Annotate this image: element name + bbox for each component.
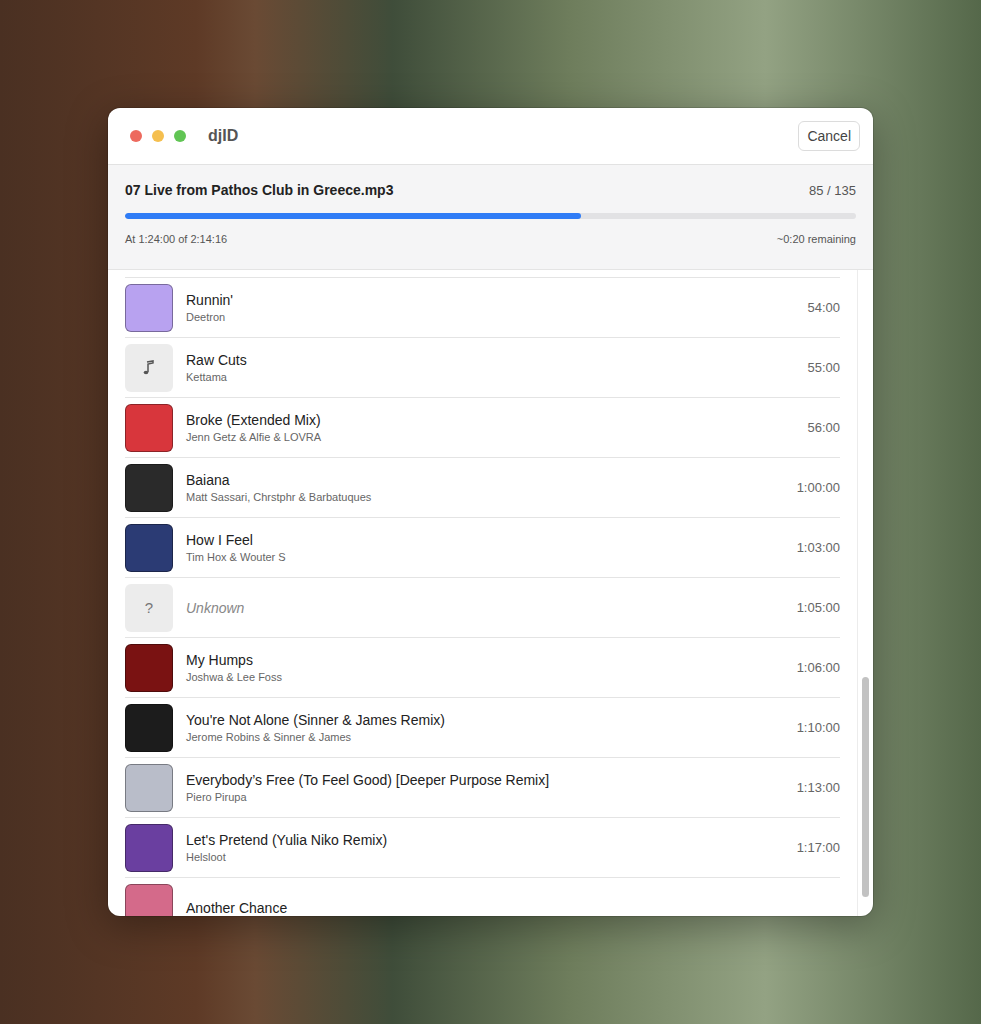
- track-row[interactable]: Broke (Extended Mix) Jenn Getz & Alfie &…: [125, 397, 840, 457]
- app-window: djID Cancel 07 Live from Pathos Club in …: [108, 108, 873, 916]
- artwork-placeholder: [125, 344, 173, 392]
- track-info: My Humps Joshwa & Lee Foss: [186, 652, 784, 683]
- track-row[interactable]: Let's Pretend (Yulia Niko Remix) Helsloo…: [125, 817, 840, 877]
- track-row[interactable]: Another Chance: [125, 877, 840, 916]
- question-mark-icon: ?: [145, 599, 153, 616]
- track-info: Let's Pretend (Yulia Niko Remix) Helsloo…: [186, 832, 784, 863]
- track-info: Runnin' Deetron: [186, 292, 794, 323]
- track-time: 1:06:00: [797, 660, 840, 675]
- track-row[interactable]: Baiana Matt Sassari, Chrstphr & Barbatuq…: [125, 457, 840, 517]
- close-button[interactable]: [130, 130, 142, 142]
- track-info: Raw Cuts Kettama: [186, 352, 794, 383]
- track-title: My Humps: [186, 652, 784, 668]
- track-title: Another Chance: [186, 900, 840, 916]
- artwork: [125, 524, 173, 572]
- track-row[interactable]: Raw Cuts Kettama 55:00: [125, 337, 840, 397]
- track-time: 1:13:00: [797, 780, 840, 795]
- track-info: Broke (Extended Mix) Jenn Getz & Alfie &…: [186, 412, 794, 443]
- scrollbar[interactable]: [857, 270, 873, 916]
- track-title: Let's Pretend (Yulia Niko Remix): [186, 832, 784, 848]
- track-artist: Kettama: [186, 371, 794, 383]
- desktop-background: djID Cancel 07 Live from Pathos Club in …: [0, 0, 981, 1024]
- minimize-button[interactable]: [152, 130, 164, 142]
- track-artist: Matt Sassari, Chrstphr & Barbatuques: [186, 491, 784, 503]
- artwork: [125, 284, 173, 332]
- unknown-artwork: ?: [125, 584, 173, 632]
- track-row[interactable]: My Humps Joshwa & Lee Foss 1:06:00: [125, 637, 840, 697]
- artwork: [125, 884, 173, 917]
- track-row[interactable]: ? Unknown 1:05:00: [125, 577, 840, 637]
- artwork: [125, 464, 173, 512]
- progress-count: 85 / 135: [809, 183, 856, 198]
- position-label: At 1:24:00 of 2:14:16: [125, 233, 227, 245]
- track-artist: Jenn Getz & Alfie & LOVRA: [186, 431, 794, 443]
- artwork: [125, 824, 173, 872]
- track-artist: Helsloot: [186, 851, 784, 863]
- track-time: 56:00: [807, 420, 840, 435]
- window-controls: [130, 130, 186, 142]
- track-time: 1:00:00: [797, 480, 840, 495]
- track-info: How I Feel Tim Hox & Wouter S: [186, 532, 784, 563]
- track-row[interactable]: Runnin' Deetron 54:00: [125, 277, 840, 337]
- track-time: 54:00: [807, 300, 840, 315]
- artwork: [125, 404, 173, 452]
- artwork: [125, 704, 173, 752]
- artwork: [125, 644, 173, 692]
- track-info: You're Not Alone (Sinner & James Remix) …: [186, 712, 784, 743]
- progress-panel: 07 Live from Pathos Club in Greece.mp3 8…: [108, 165, 873, 270]
- track-time: 1:10:00: [797, 720, 840, 735]
- track-time: 55:00: [807, 360, 840, 375]
- track-title: Unknown: [186, 600, 784, 616]
- track-title: How I Feel: [186, 532, 784, 548]
- track-artist: Tim Hox & Wouter S: [186, 551, 784, 563]
- track-time: 1:03:00: [797, 540, 840, 555]
- track-info: Another Chance: [186, 900, 840, 916]
- progress-fill: [125, 213, 581, 219]
- track-time: 1:17:00: [797, 840, 840, 855]
- track-title: Raw Cuts: [186, 352, 794, 368]
- track-info: Baiana Matt Sassari, Chrstphr & Barbatuq…: [186, 472, 784, 503]
- scrollbar-thumb[interactable]: [862, 677, 869, 897]
- music-note-icon: [142, 360, 156, 376]
- track-row[interactable]: You're Not Alone (Sinner & James Remix) …: [125, 697, 840, 757]
- track-artist: Deetron: [186, 311, 794, 323]
- track-title: Broke (Extended Mix): [186, 412, 794, 428]
- title-bar: djID Cancel: [108, 108, 873, 165]
- artwork: [125, 764, 173, 812]
- progress-bar: [125, 213, 856, 219]
- track-title: You're Not Alone (Sinner & James Remix): [186, 712, 784, 728]
- track-list[interactable]: Runnin' Deetron 54:00 Raw Cuts Kettama 5…: [108, 270, 873, 916]
- track-time: 1:05:00: [797, 600, 840, 615]
- remaining-label: ~0:20 remaining: [777, 233, 856, 245]
- track-row[interactable]: How I Feel Tim Hox & Wouter S 1:03:00: [125, 517, 840, 577]
- file-name: 07 Live from Pathos Club in Greece.mp3: [125, 182, 393, 198]
- track-artist: Piero Pirupa: [186, 791, 784, 803]
- window-title: djID: [208, 127, 238, 145]
- track-title: Baiana: [186, 472, 784, 488]
- track-info: Everybody’s Free (To Feel Good) [Deeper …: [186, 772, 784, 803]
- track-artist: Joshwa & Lee Foss: [186, 671, 784, 683]
- track-info: Unknown: [186, 600, 784, 616]
- zoom-button[interactable]: [174, 130, 186, 142]
- cancel-button[interactable]: Cancel: [798, 121, 860, 151]
- track-title: Runnin': [186, 292, 794, 308]
- track-artist: Jerome Robins & Sinner & James: [186, 731, 784, 743]
- track-row[interactable]: Everybody’s Free (To Feel Good) [Deeper …: [125, 757, 840, 817]
- track-title: Everybody’s Free (To Feel Good) [Deeper …: [186, 772, 784, 788]
